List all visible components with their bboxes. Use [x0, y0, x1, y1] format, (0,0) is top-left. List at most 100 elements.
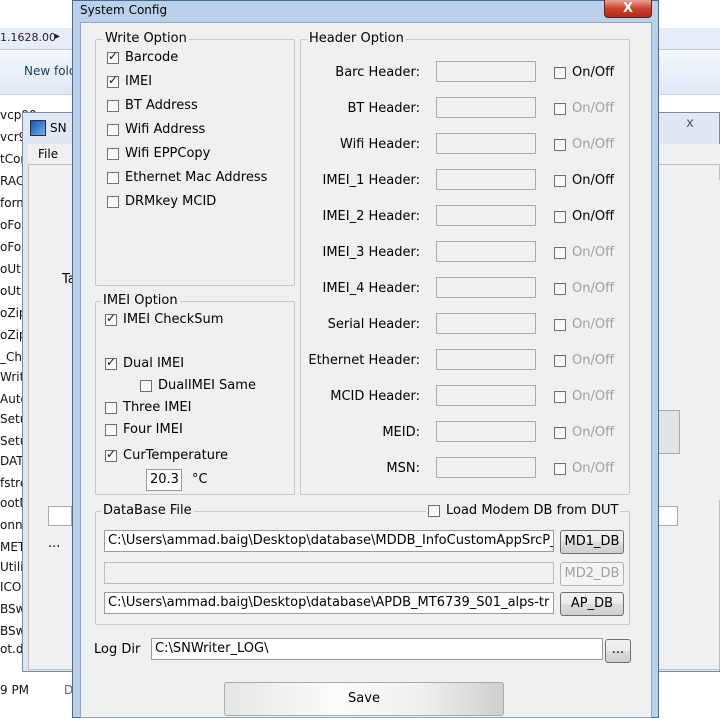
onoff-label: On/Off [572, 245, 615, 260]
three-imei-checkbox[interactable]: Three IMEI [105, 400, 191, 415]
checkbox-box[interactable] [107, 99, 119, 112]
write-option-checkbox[interactable]: Wifi Address [107, 122, 205, 137]
write-option-legend: Write Option [103, 31, 189, 46]
file-list-item[interactable]: oUti [0, 262, 24, 276]
checkbox-box[interactable] [107, 171, 119, 184]
onoff-label: On/Off [572, 137, 615, 152]
checkbox-box[interactable] [105, 423, 117, 436]
cur-temperature-checkbox[interactable]: CurTemperature [105, 447, 229, 463]
md1-db-button[interactable]: MD1_DB [560, 530, 624, 554]
checkbox-box[interactable] [105, 447, 117, 462]
checkbox-box [554, 246, 566, 259]
header-label: IMEI_1 Header: [322, 173, 421, 188]
menu-file[interactable]: File [38, 147, 58, 161]
dual-imei-checkbox[interactable]: Dual IMEI [105, 355, 184, 371]
checkbox-box[interactable] [107, 147, 119, 160]
write-option-checkbox[interactable]: Wifi EPPCopy [107, 146, 210, 161]
address-arrow-icon[interactable]: ▸ [55, 31, 60, 42]
header-label: MEID: [382, 425, 420, 440]
header-input [436, 421, 536, 442]
new-folder-button[interactable]: New fold [24, 64, 77, 78]
header-onoff-checkbox: On/Off [554, 461, 614, 476]
sn-input-left[interactable] [48, 506, 72, 526]
ap-db-path-input[interactable]: C:\Users\ammad.baig\Desktop\database\APD… [104, 592, 554, 614]
dual-imei-same-checkbox[interactable]: DualIMEI Same [140, 378, 256, 393]
header-input [436, 241, 536, 262]
header-label: Ethernet Header: [308, 353, 420, 368]
checkbox-box[interactable] [107, 195, 119, 208]
checkbox-box[interactable] [107, 49, 119, 64]
checkbox-box [554, 138, 566, 151]
load-modem-db-checkbox[interactable]: Load Modem DB from DUT [426, 503, 621, 518]
checkbox-box[interactable] [107, 73, 119, 88]
log-dir-input[interactable]: C:\SNWriter_LOG\ [151, 638, 603, 660]
checkbox-box [554, 390, 566, 403]
header-label: IMEI_3 Header: [322, 245, 421, 260]
onoff-label: On/Off [572, 425, 615, 440]
close-button[interactable]: X [604, 0, 652, 18]
temperature-unit: °C [192, 472, 208, 487]
header-label: IMEI_4 Header: [322, 281, 421, 296]
sn-close-icon[interactable]: x [670, 114, 710, 134]
log-dir-label: Log Dir [94, 642, 141, 657]
checkbox-box[interactable] [105, 311, 117, 326]
imei-checksum-checkbox[interactable]: IMEI CheckSum [105, 311, 223, 327]
header-onoff-checkbox: On/Off [554, 353, 614, 368]
header-label: Barc Header: [335, 65, 420, 80]
onoff-label: On/Off [572, 281, 615, 296]
four-imei-label: Four IMEI [123, 422, 183, 437]
write-option-checkbox[interactable]: DRMkey MCID [107, 194, 216, 209]
sn-side-button[interactable] [656, 410, 680, 454]
header-label: Serial Header: [327, 317, 420, 332]
header-onoff-checkbox[interactable]: On/Off [554, 173, 614, 188]
file-list-item[interactable]: Writ [0, 370, 24, 384]
checkbox-box[interactable] [554, 210, 566, 223]
write-option-checkbox[interactable]: BT Address [107, 98, 198, 113]
checkbox-box[interactable] [105, 355, 117, 370]
write-option-checkbox[interactable]: IMEI [107, 73, 152, 89]
header-input [436, 385, 536, 406]
checkbox-box[interactable] [107, 123, 119, 136]
temperature-input[interactable]: 20.3 [146, 469, 182, 491]
file-list-item[interactable]: RAC [0, 174, 24, 188]
save-button[interactable]: Save [224, 682, 504, 716]
checkbox-box[interactable] [428, 504, 440, 517]
log-dir-browse-button[interactable]: ... [605, 639, 631, 663]
header-input [436, 349, 536, 370]
md2-db-button: MD2_DB [560, 562, 624, 586]
header-onoff-checkbox: On/Off [554, 101, 614, 116]
header-label: MCID Header: [330, 389, 420, 404]
cur-temperature-label: CurTemperature [123, 448, 229, 463]
write-option-label: DRMkey MCID [125, 194, 217, 209]
four-imei-checkbox[interactable]: Four IMEI [105, 422, 183, 437]
write-option-checkbox[interactable]: Ethernet Mac Address [107, 170, 267, 185]
checkbox-box[interactable] [105, 401, 117, 414]
checkbox-box [554, 318, 566, 331]
dual-imei-same-label: DualIMEI Same [158, 378, 256, 393]
onoff-label: On/Off [572, 173, 615, 188]
header-input [436, 277, 536, 298]
header-input [436, 313, 536, 334]
header-input [436, 205, 536, 226]
md1-db-path-input[interactable]: C:\Users\ammad.baig\Desktop\database\MDD… [104, 530, 554, 552]
header-onoff-checkbox: On/Off [554, 425, 614, 440]
checkbox-box[interactable] [140, 379, 152, 392]
ap-db-button[interactable]: AP_DB [560, 592, 624, 616]
header-option-legend: Header Option [307, 31, 406, 46]
header-onoff-checkbox: On/Off [554, 137, 614, 152]
sn-app-icon [30, 120, 46, 136]
checkbox-box[interactable] [554, 66, 566, 79]
header-input [436, 61, 536, 82]
checkbox-box[interactable] [554, 174, 566, 187]
header-onoff-checkbox[interactable]: On/Off [554, 209, 614, 224]
dialog-title: System Config [80, 3, 168, 17]
file-list-item[interactable]: _Ch [0, 350, 22, 364]
write-option-label: Wifi EPPCopy [125, 146, 211, 161]
file-list-item[interactable]: oFo [0, 218, 21, 232]
header-onoff-checkbox[interactable]: On/Off [554, 65, 614, 80]
sn-ellipsis[interactable]: ... [48, 536, 60, 551]
write-option-checkbox[interactable]: Barcode [107, 49, 178, 65]
file-list-item[interactable]: oUti [0, 284, 24, 298]
database-legend: DataBase File [101, 503, 194, 518]
sn-window-title: SN [50, 121, 67, 135]
